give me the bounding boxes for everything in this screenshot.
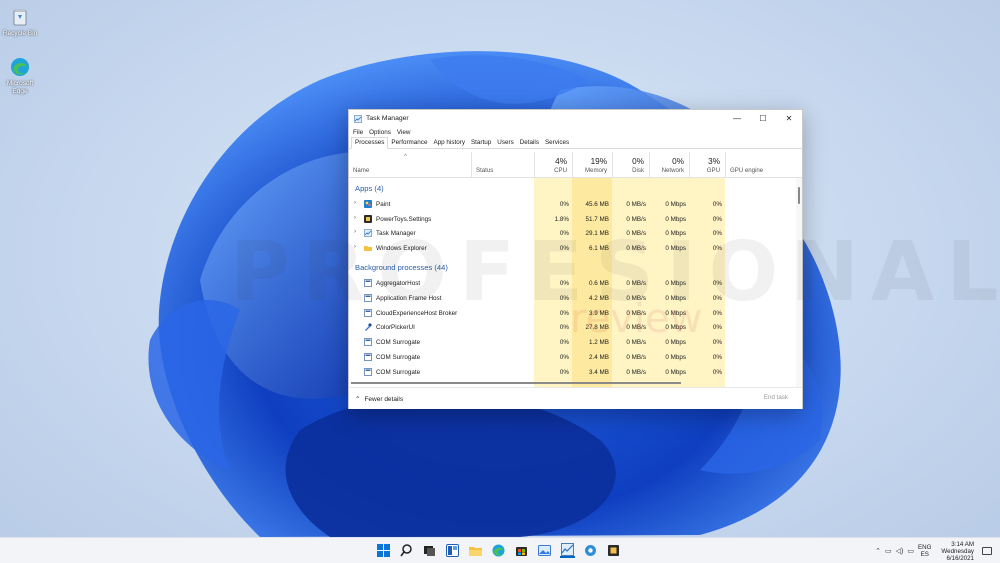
network-icon[interactable]: ▭ [885, 547, 892, 555]
powertoys-icon [364, 215, 372, 223]
chevron-up-icon: ⌃ [355, 396, 361, 403]
column-header-row: ^ Name Status 4% CPU 19% Memory 0% Disk … [349, 152, 802, 178]
clock[interactable]: 3:14 AM Wednesday 6/16/2021 [941, 541, 974, 562]
column-header-disk[interactable]: 0% Disk [612, 152, 649, 178]
column-header-gpu-engine[interactable]: GPU engine [725, 152, 796, 178]
battery-icon[interactable]: ▭ [907, 547, 914, 555]
process-icon [364, 353, 372, 361]
fewer-details-button[interactable]: ⌃ Fewer details [355, 395, 403, 404]
horizontal-scrollbar[interactable] [351, 380, 795, 385]
minimize-button[interactable]: — [724, 110, 750, 127]
taskbar-apps [376, 543, 621, 558]
table-row[interactable]: Application Frame Host 0% 4.2 MB 0 MB/s … [349, 291, 797, 306]
table-row[interactable]: COM Surrogate 0% 2.4 MB 0 MB/s 0 Mbps 0% [349, 350, 797, 365]
task-manager-icon [354, 114, 362, 123]
table-row[interactable]: COM Surrogate 0% 1.2 MB 0 MB/s 0 Mbps 0% [349, 335, 797, 350]
task-manager-icon[interactable] [560, 543, 575, 558]
column-header-network[interactable]: 0% Network [649, 152, 689, 178]
table-row[interactable]: CloudExperienceHost Broker 0% 3.9 MB 0 M… [349, 306, 797, 321]
task-view-icon[interactable] [422, 543, 437, 558]
table-row[interactable]: AggregatorHost 0% 0.6 MB 0 MB/s 0 Mbps 0… [349, 276, 797, 291]
process-icon [364, 294, 372, 302]
tab-processes[interactable]: Processes [351, 137, 389, 149]
scroll-thumb[interactable] [351, 382, 681, 384]
column-header-name[interactable]: Name [349, 152, 471, 178]
menu-view[interactable]: View [397, 129, 411, 136]
menu-bar: File Options View [349, 127, 802, 138]
table-row[interactable]: ColorPickerUI 0% 27.8 MB 0 MB/s 0 Mbps 0… [349, 320, 797, 335]
task-manager-icon [364, 229, 372, 237]
tab-bar: Processes Performance App history Startu… [349, 137, 802, 149]
menu-file[interactable]: File [353, 129, 363, 136]
edge-icon [9, 56, 31, 78]
tab-performance[interactable]: Performance [388, 138, 430, 148]
column-header-status[interactable]: Status [471, 152, 534, 178]
window-title: Task Manager [366, 115, 409, 122]
group-header-background: Background processes (44) [355, 263, 448, 272]
tab-services[interactable]: Services [542, 138, 572, 148]
title-bar[interactable]: Task Manager — ☐ ✕ [349, 110, 802, 127]
volume-icon[interactable]: ◁) [896, 547, 904, 555]
search-icon[interactable] [399, 543, 414, 558]
recycle-bin-icon [9, 6, 31, 28]
footer-bar: ⌃ Fewer details End task [349, 387, 802, 409]
color-picker-icon [364, 323, 372, 331]
expand-chevron-icon[interactable]: › [354, 244, 356, 250]
tab-app-history[interactable]: App history [430, 138, 468, 148]
paint-icon [364, 200, 372, 208]
edge-icon[interactable] [491, 543, 506, 558]
taskbar: ⌃ ▭ ◁) ▭ ENG ES 3:14 AM Wednesday 6/16/2… [0, 537, 1000, 563]
system-tray: ⌃ ▭ ◁) ▭ ENG ES 3:14 AM Wednesday 6/16/2… [875, 538, 1000, 563]
column-header-cpu[interactable]: 4% CPU [534, 152, 572, 178]
desktop-icon-edge[interactable]: Microsoft Edge [2, 56, 38, 96]
folder-icon [364, 244, 372, 252]
file-explorer-icon[interactable] [468, 543, 483, 558]
store-icon[interactable] [514, 543, 529, 558]
tab-users[interactable]: Users [494, 138, 516, 148]
widgets-icon[interactable] [445, 543, 460, 558]
desktop-icon-recycle-bin[interactable]: Recycle Bin [2, 6, 38, 38]
process-icon [364, 309, 372, 317]
process-icon [364, 368, 372, 376]
desktop-icon-label: Recycle Bin [2, 30, 38, 37]
chevron-up-icon[interactable]: ⌃ [875, 547, 881, 555]
process-table: ^ Name Status 4% CPU 19% Memory 0% Disk … [349, 152, 802, 387]
expand-chevron-icon[interactable]: › [354, 229, 356, 235]
scroll-thumb[interactable] [798, 187, 800, 204]
language-indicator[interactable]: ENG ES [918, 544, 931, 558]
start-icon[interactable] [376, 543, 391, 558]
photos-icon[interactable] [537, 543, 552, 558]
expand-chevron-icon[interactable]: › [354, 215, 356, 221]
maximize-button[interactable]: ☐ [750, 110, 776, 127]
menu-options[interactable]: Options [369, 129, 391, 136]
task-manager-window: Task Manager — ☐ ✕ File Options View Pro… [348, 109, 803, 409]
end-task-button[interactable]: End task [764, 394, 788, 401]
column-header-gpu[interactable]: 3% GPU [689, 152, 725, 178]
vertical-scrollbar[interactable] [796, 178, 802, 387]
settings-icon[interactable] [583, 543, 598, 558]
table-row[interactable]: COM Surrogate 0% 3.4 MB 0 MB/s 0 Mbps 0% [349, 365, 797, 380]
group-header-apps: Apps (4) [355, 184, 384, 193]
process-icon [364, 279, 372, 287]
close-button[interactable]: ✕ [776, 110, 802, 127]
column-header-memory[interactable]: 19% Memory [572, 152, 612, 178]
tab-details[interactable]: Details [517, 138, 542, 148]
tab-startup[interactable]: Startup [468, 138, 494, 148]
notification-icon[interactable] [982, 547, 992, 555]
table-row[interactable]: › Paint 0% 45.6 MB 0 MB/s 0 Mbps 0% [349, 197, 797, 212]
table-row[interactable]: › Windows Explorer 0% 6.1 MB 0 MB/s 0 Mb… [349, 241, 797, 256]
process-icon [364, 338, 372, 346]
table-row[interactable]: › PowerToys.Settings 1.8% 51.7 MB 0 MB/s… [349, 212, 797, 227]
app-icon[interactable] [606, 543, 621, 558]
table-row[interactable]: › Task Manager 0% 29.1 MB 0 MB/s 0 Mbps … [349, 226, 797, 241]
expand-chevron-icon[interactable]: › [354, 200, 356, 206]
desktop-icon-label: Microsoft Edge [6, 80, 34, 95]
